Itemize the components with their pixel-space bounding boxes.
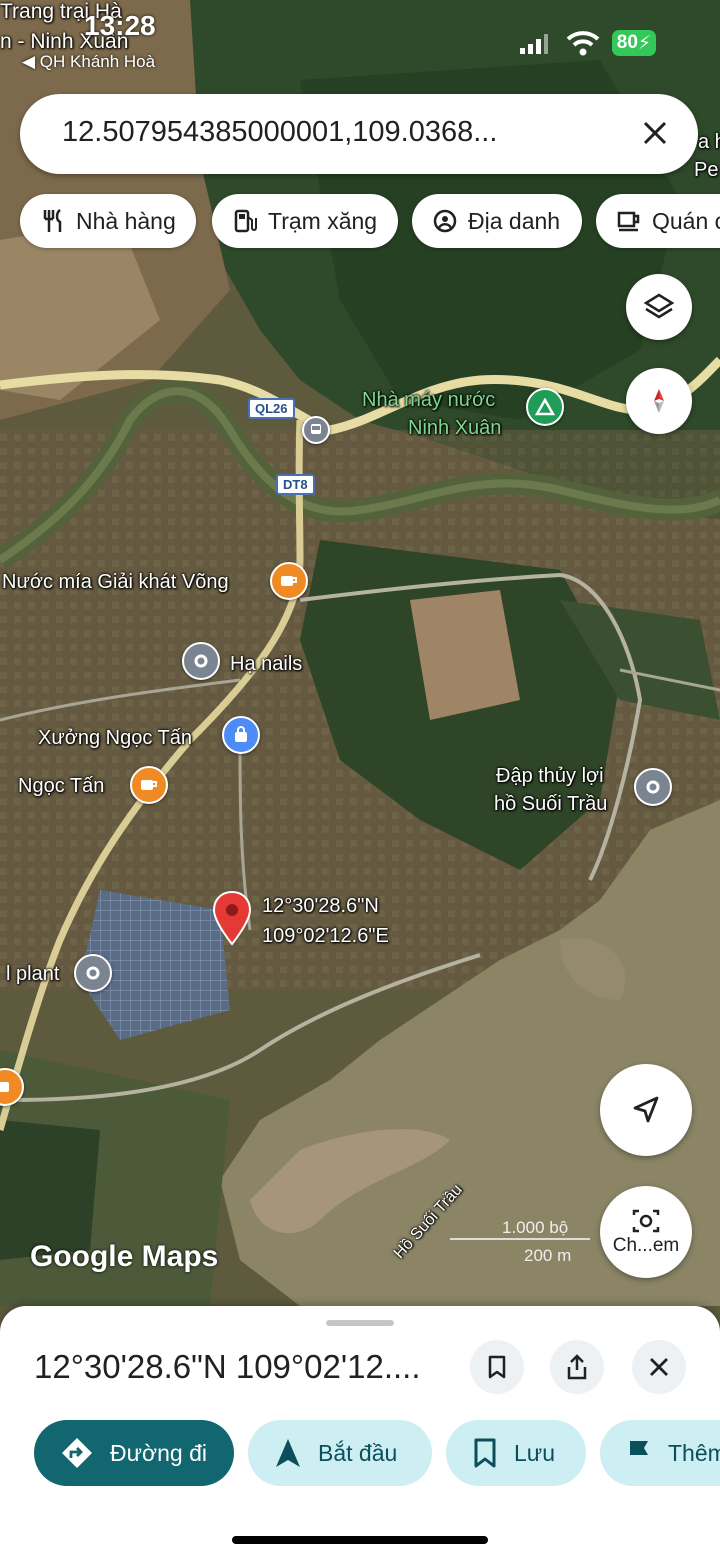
close-sheet-button[interactable] <box>632 1340 686 1394</box>
wifi-icon <box>566 30 600 61</box>
place-pin-icon[interactable] <box>634 768 672 806</box>
gas-station-icon <box>232 208 258 234</box>
dropped-pin-icon[interactable] <box>212 890 252 946</box>
chip-restaurants[interactable]: Nhà hàng <box>20 194 196 248</box>
map-label-edge-1: a h <box>698 131 720 153</box>
place-label-nuoc-mia[interactable]: Nước mía Giải khát Võng <box>2 570 229 594</box>
map-label-edge-2: Pe <box>694 159 719 181</box>
directions-label: Đường đi <box>110 1439 207 1466</box>
chip-label: Trạm xăng <box>268 207 378 234</box>
place-pin-icon[interactable] <box>74 954 112 992</box>
save-label: Lưu <box>514 1439 555 1466</box>
place-label-xuong-ngoc-tan[interactable]: Xưởng Ngọc Tấn <box>38 726 192 750</box>
place-label-ngoc-tan[interactable]: Ngọc Tấn <box>18 774 104 798</box>
share-icon <box>567 1354 587 1380</box>
battery-level: 80 <box>616 32 638 53</box>
chip-cafes[interactable]: Quán c <box>596 194 720 248</box>
scale-metric: 200 m <box>524 1246 572 1265</box>
cafe-icon[interactable] <box>270 562 308 600</box>
battery-icon: 80 ⚡ <box>612 30 656 56</box>
add-label-button[interactable]: Thêm <box>600 1420 720 1486</box>
back-to-app-link[interactable]: ◀ QH Khánh Hoà <box>22 52 155 72</box>
park-icon[interactable] <box>526 388 564 426</box>
bookmark-icon <box>472 1437 498 1469</box>
status-bar: 13:28 ◀ QH Khánh Hoà 80 ⚡ <box>0 0 720 80</box>
save-bookmark-button[interactable] <box>470 1340 524 1394</box>
restaurant-icon <box>40 208 66 234</box>
cafe-icon[interactable] <box>130 766 168 804</box>
share-button[interactable] <box>550 1340 604 1394</box>
place-label-nha-may-line2[interactable]: Ninh Xuân <box>408 416 501 440</box>
search-bar[interactable]: 12.507954385000001,109.0368... <box>20 94 698 174</box>
landmark-icon <box>432 208 458 234</box>
place-label-ha-nails[interactable]: Hạ nails <box>230 652 302 676</box>
compass-icon <box>654 389 664 413</box>
place-label-dap-line1[interactable]: Đập thủy lợi <box>496 764 604 788</box>
start-navigation-button[interactable]: Bắt đầu <box>248 1420 432 1486</box>
chip-landmarks[interactable]: Địa danh <box>412 194 582 248</box>
camera-icon <box>632 1209 660 1233</box>
home-indicator[interactable] <box>232 1536 488 1544</box>
navigation-arrow-icon <box>633 1096 659 1123</box>
layers-icon <box>643 293 675 319</box>
scale-line <box>450 1238 590 1240</box>
road-shield-dt8: DT8 <box>276 474 315 495</box>
navigation-icon <box>274 1437 302 1469</box>
place-pin-icon[interactable] <box>182 642 220 680</box>
search-query[interactable]: 12.507954385000001,109.0368... <box>62 116 497 149</box>
directions-icon <box>60 1436 94 1470</box>
shopping-bag-icon[interactable] <box>222 716 260 754</box>
coffee-icon <box>616 208 642 234</box>
lens-button-label: Ch...em <box>612 1235 680 1256</box>
scale-imperial: 1.000 bộ <box>502 1218 569 1237</box>
status-time: 13:28 <box>84 10 156 41</box>
compass-button[interactable] <box>626 368 692 434</box>
flag-icon <box>626 1438 652 1468</box>
chip-label: Nhà hàng <box>76 207 176 234</box>
place-label-dap-line2[interactable]: hồ Suối Trầu <box>494 792 607 816</box>
chip-label: Quán c <box>652 207 720 234</box>
pin-label-lon: 109°02'12.6"E <box>262 925 389 947</box>
place-label-plant[interactable]: l plant <box>6 962 59 986</box>
close-icon <box>650 1358 668 1376</box>
save-button[interactable]: Lưu <box>446 1420 586 1486</box>
bus-stop-icon[interactable] <box>302 416 330 444</box>
bookmark-icon <box>488 1355 506 1379</box>
sheet-coordinates-title: 12°30'28.6"N 109°02'12.... <box>34 1348 421 1385</box>
lens-search-button[interactable]: Ch...em <box>600 1186 692 1278</box>
directions-button[interactable]: Đường đi <box>34 1420 234 1486</box>
layers-button[interactable] <box>626 274 692 340</box>
chip-gas-stations[interactable]: Trạm xăng <box>212 194 398 248</box>
sheet-drag-handle[interactable] <box>326 1320 394 1326</box>
my-location-button[interactable] <box>600 1064 692 1156</box>
close-icon <box>643 121 667 145</box>
chip-label: Địa danh <box>468 207 561 234</box>
cellular-signal-icon <box>520 34 548 59</box>
road-shield-ql26: QL26 <box>248 398 295 419</box>
pin-label-lat: 12°30'28.6"N <box>262 895 379 917</box>
google-maps-logo: Google Maps <box>30 1240 219 1273</box>
place-label-nha-may-line1[interactable]: Nhà máy nước <box>362 388 495 412</box>
add-label-text: Thêm <box>668 1439 720 1466</box>
start-label: Bắt đầu <box>318 1439 398 1466</box>
clear-search-button[interactable] <box>634 112 676 154</box>
